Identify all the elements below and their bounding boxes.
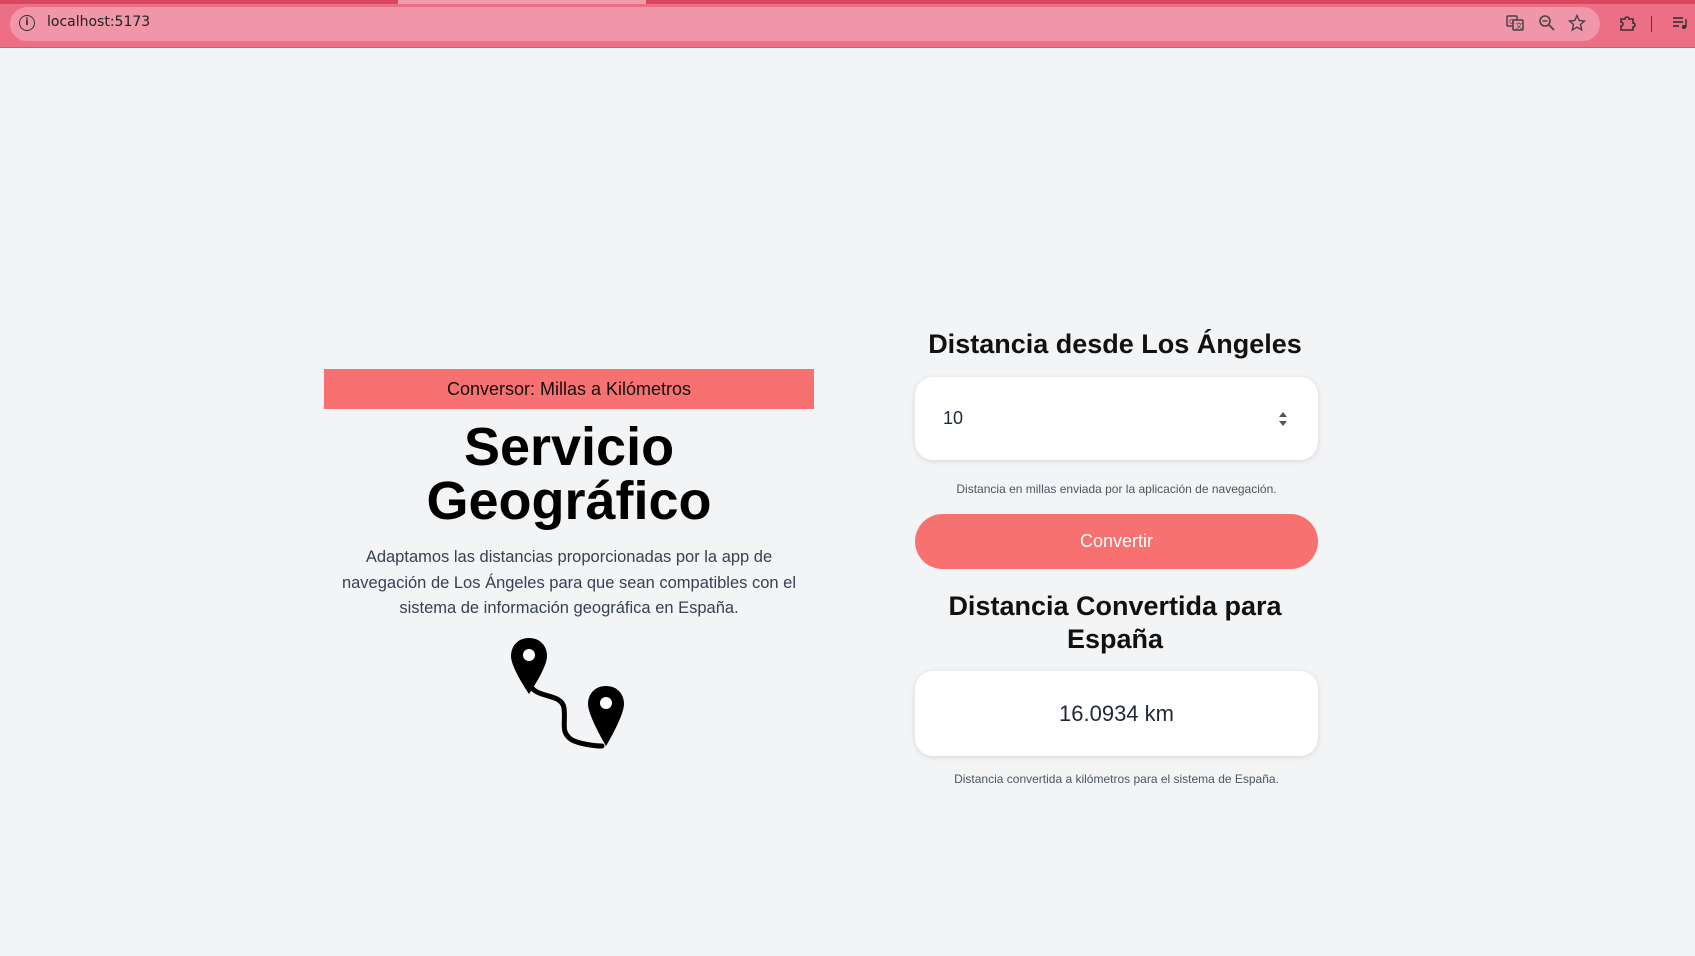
url-text[interactable]: localhost:5173 — [47, 14, 150, 30]
browser-toolbar: i localhost:5173 G 文 — [0, 0, 1695, 48]
media-controls-icon[interactable] — [1670, 13, 1690, 33]
route-pins-icon — [510, 636, 630, 751]
svg-text:文: 文 — [1516, 21, 1523, 30]
page-title-line-2: Geográfico — [426, 471, 712, 531]
result-heading-line-2: España — [1066, 624, 1164, 654]
page-title: Servicio Geográfico — [324, 420, 814, 528]
result-value: 16.0934 km — [1059, 700, 1174, 726]
svg-text:G: G — [1509, 18, 1514, 26]
zoom-icon[interactable] — [1537, 13, 1557, 33]
result-heading: Distancia Convertida para España — [915, 590, 1315, 656]
miles-input[interactable] — [943, 403, 1243, 433]
result-helper-text: Distancia convertida a kilómetros para e… — [954, 772, 1279, 786]
input-heading: Distancia desde Los Ángeles — [928, 329, 1302, 359]
tab-strip — [0, 0, 1695, 4]
input-helper-text: Distancia en millas enviada por la aplic… — [956, 482, 1277, 496]
active-tab-indicator[interactable] — [398, 0, 646, 4]
result-heading-line-1: Distancia Convertida para — [948, 591, 1282, 621]
distance-input-card — [915, 377, 1318, 460]
address-bar[interactable] — [10, 7, 1600, 41]
convert-button[interactable]: Convertir — [915, 514, 1318, 569]
number-spinner-icon[interactable] — [1277, 409, 1289, 429]
extensions-icon[interactable] — [1617, 13, 1637, 33]
bookmark-star-icon[interactable] — [1567, 13, 1587, 33]
translate-icon[interactable]: G 文 — [1505, 13, 1525, 33]
service-description: Adaptamos las distancias proporcionadas … — [341, 548, 797, 617]
converter-banner: Conversor: Millas a Kilómetros — [324, 369, 814, 409]
toolbar-divider — [1651, 16, 1652, 32]
site-info-icon[interactable]: i — [19, 15, 35, 31]
result-card: 16.0934 km — [915, 671, 1318, 756]
page-title-line-1: Servicio — [463, 417, 675, 477]
